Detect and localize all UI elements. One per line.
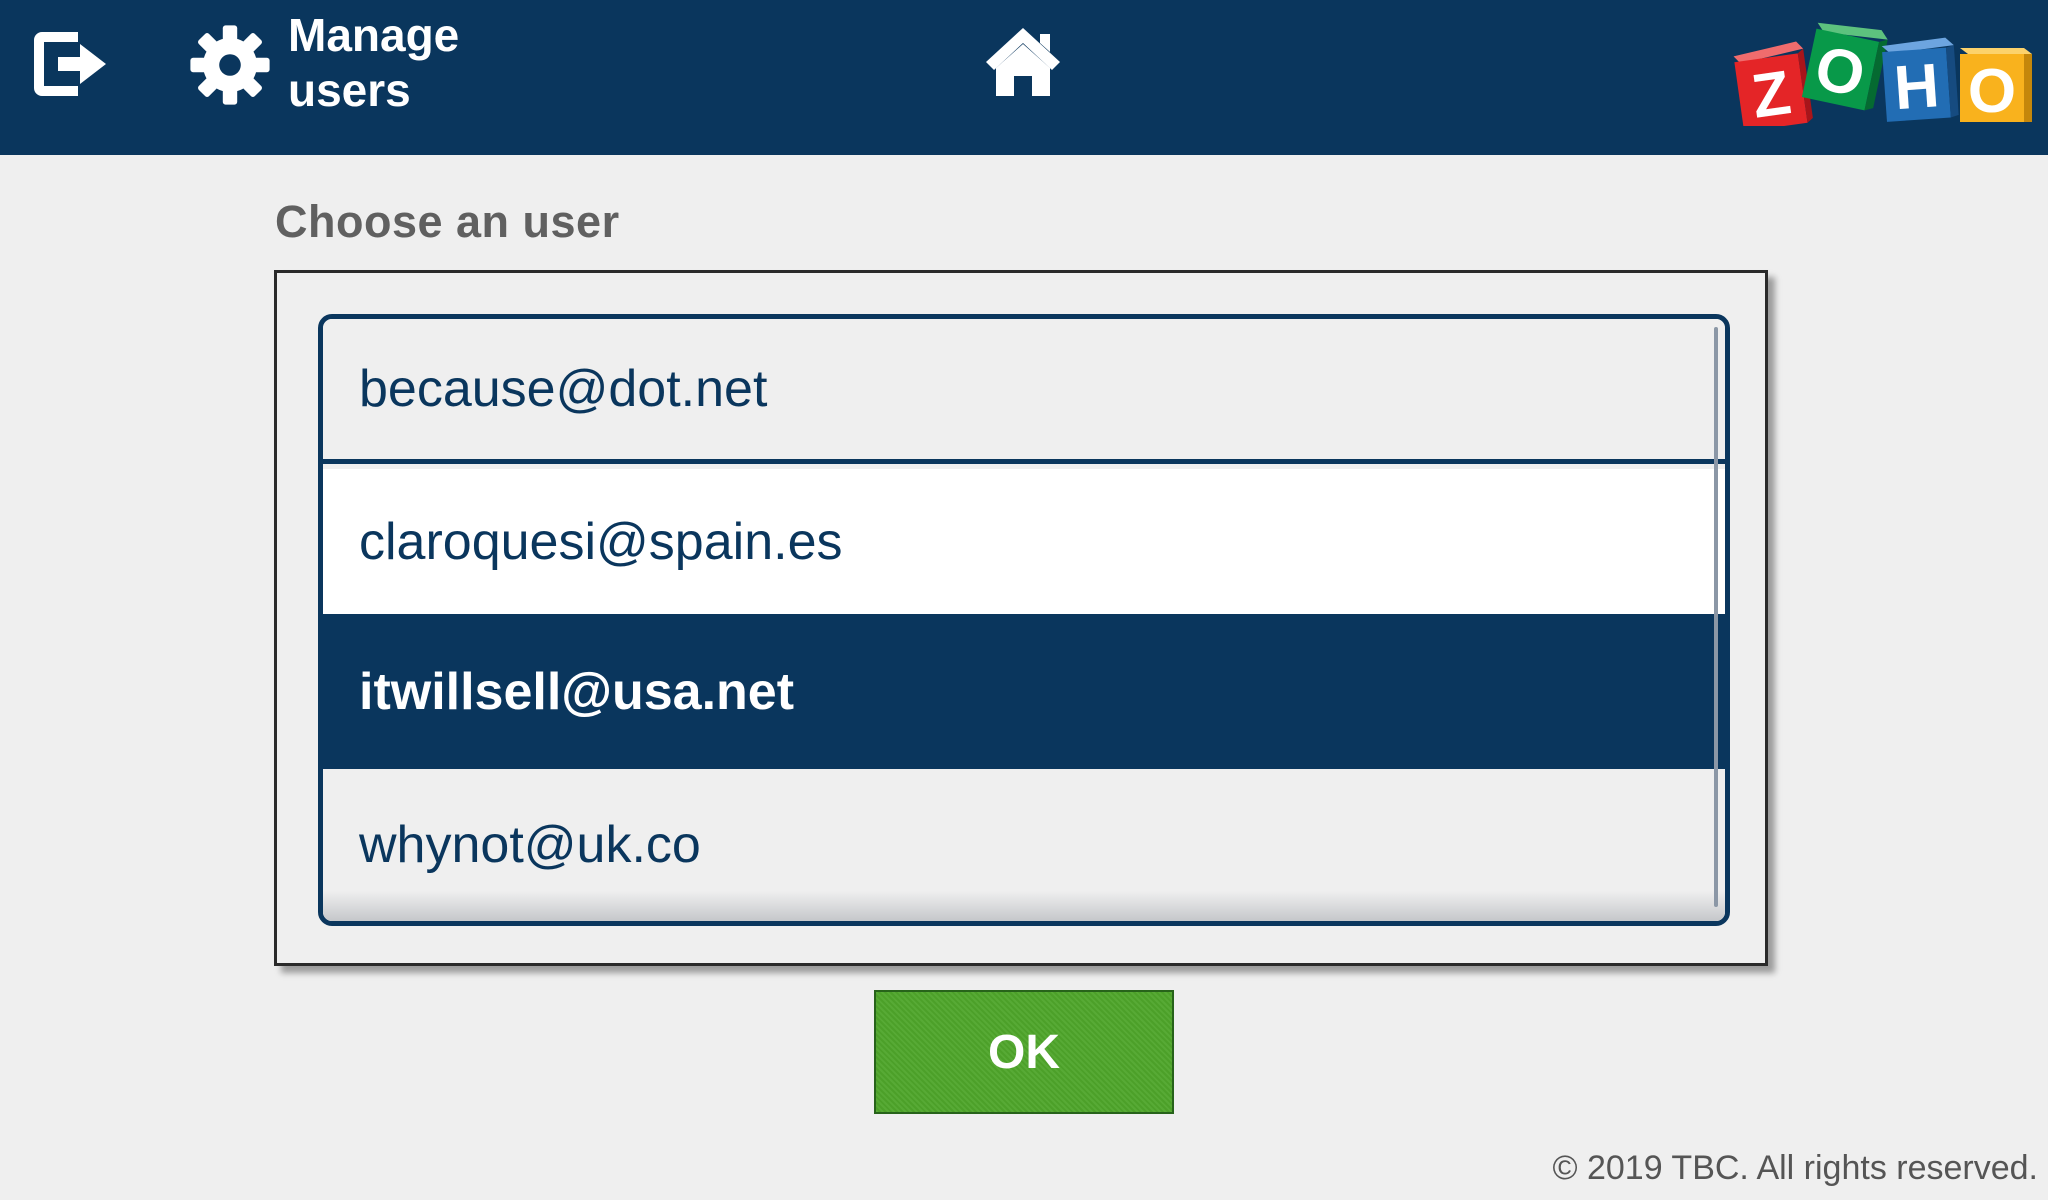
settings-button[interactable] xyxy=(185,20,275,110)
user-list-item[interactable]: because@dot.net xyxy=(323,319,1725,464)
page-title-line2: users xyxy=(288,64,411,116)
copyright-footer: © 2019 TBC. All rights reserved. xyxy=(1552,1149,2038,1187)
user-list-item[interactable]: claroquesi@spain.es xyxy=(323,469,1725,614)
home-button[interactable] xyxy=(982,24,1064,100)
page-title[interactable]: Manage users xyxy=(288,8,548,118)
svg-text:H: H xyxy=(1892,51,1941,123)
user-list[interactable]: because@dot.net claroquesi@spain.es itwi… xyxy=(318,314,1730,926)
home-icon xyxy=(986,28,1060,96)
ok-button[interactable]: OK xyxy=(874,990,1174,1114)
user-list-item-selected[interactable]: itwillsell@usa.net xyxy=(323,614,1725,769)
choose-user-label: Choose an user xyxy=(275,196,620,247)
svg-text:O: O xyxy=(1968,57,2016,126)
top-bar: Manage users Z O H O xyxy=(0,0,2048,155)
page-title-line1: Manage xyxy=(288,9,460,61)
list-scrollbar[interactable] xyxy=(1714,327,1718,907)
gear-icon xyxy=(190,25,270,105)
user-list-item[interactable]: whynot@uk.co xyxy=(323,769,1725,921)
zoho-logo: Z O H O xyxy=(1728,16,2038,132)
exit-button[interactable] xyxy=(28,24,118,104)
exit-icon xyxy=(34,32,106,96)
